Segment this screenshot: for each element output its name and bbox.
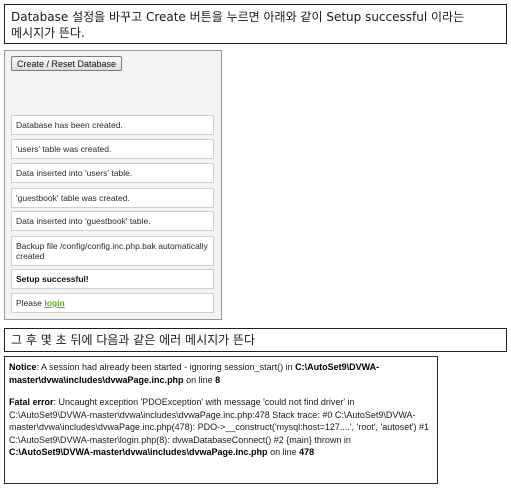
fatal-text: : Uncaught exception 'PDOException' with… <box>9 397 430 445</box>
message-guestbook-data-inserted: Data inserted into 'guestbook' table. <box>11 211 214 231</box>
caption-line-2: 메시지가 뜬다. <box>11 26 85 40</box>
screenshot-root: Database 설정을 바꾸고 Create 버튼을 누르면 아래와 같이 S… <box>0 0 511 488</box>
caption-line-1: Database 설정을 바꾸고 Create 버튼을 누르면 아래와 같이 S… <box>11 10 465 24</box>
message-setup-successful: Setup successful! <box>11 269 214 289</box>
create-reset-database-button[interactable]: Create / Reset Database <box>11 56 123 71</box>
caption-middle-text: 그 후 몇 초 뒤에 다음과 같은 에러 메시지가 뜬다 <box>11 333 256 347</box>
fatal-line: 478 <box>299 447 315 457</box>
notice-text: : A session had already been started - i… <box>36 362 296 372</box>
fatal-path: C:\AutoSet9\DVWA-master\dvwa\includes\dv… <box>9 447 268 457</box>
notice-message: Notice: A session had already been start… <box>9 361 433 386</box>
caption-setup-instructions: Database 설정을 바꾸고 Create 버튼을 누르면 아래와 같이 S… <box>4 4 507 44</box>
login-link[interactable]: login <box>44 298 64 308</box>
fatal-online: on line <box>267 447 300 457</box>
dvwa-setup-panel: Create / Reset Database Database has bee… <box>4 50 222 320</box>
notice-line: 8 <box>215 374 221 385</box>
message-backup-file-created: Backup file /config/config.inc.php.bak a… <box>11 236 214 266</box>
message-users-table-created: 'users' table was created. <box>11 139 214 159</box>
fatal-error-message: Fatal error: Uncaught exception 'PDOExce… <box>9 396 433 459</box>
message-users-data-inserted: Data inserted into 'users' table. <box>11 163 214 183</box>
notice-online: on line <box>183 374 216 385</box>
message-db-created: Database has been created. <box>11 115 214 135</box>
message-please-login: Please login <box>11 293 214 313</box>
login-prefix-text: Please <box>16 298 45 308</box>
php-error-output: Notice: A session had already been start… <box>4 356 438 484</box>
fatal-label: Fatal error <box>9 397 54 407</box>
message-guestbook-table-created: 'guestbook' table was created. <box>11 188 214 208</box>
notice-label: Notice <box>9 362 37 372</box>
caption-error-followup: 그 후 몇 초 뒤에 다음과 같은 에러 메시지가 뜬다 <box>4 328 507 352</box>
